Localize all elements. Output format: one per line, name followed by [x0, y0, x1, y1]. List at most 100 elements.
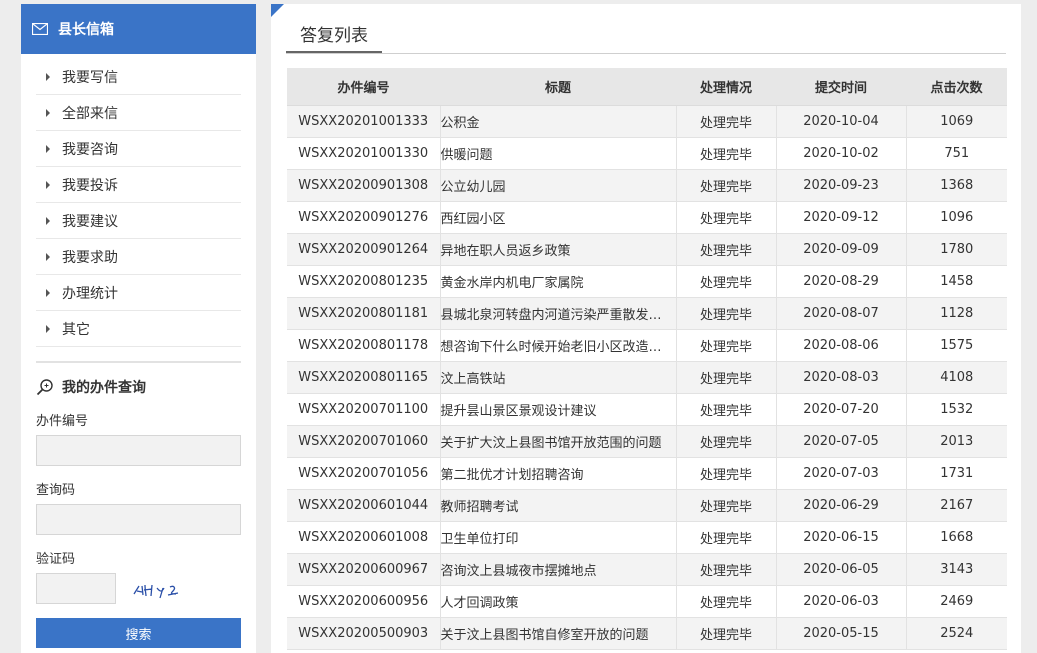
captcha-image[interactable]: [130, 576, 206, 602]
case-no-label: 办件编号: [36, 414, 89, 429]
title-link[interactable]: 县城北泉河转盘内河道污染严重散发大...: [440, 297, 677, 330]
table-row[interactable]: WSXX20200801165 汶上高铁站 处理完毕 2020-08-03 4108: [287, 361, 1007, 394]
title-link[interactable]: 西红园小区: [440, 201, 677, 234]
table-row[interactable]: WSXX20201001333 公积金 处理完毕 2020-10-04 1069: [287, 105, 1007, 138]
sidebar-item-label: 我要写信: [62, 69, 118, 86]
sidebar-item[interactable]: 我要写信: [36, 59, 241, 95]
date-cell: 2020-06-05: [776, 553, 907, 586]
case-id-cell: WSXX20200701060: [287, 425, 441, 458]
date-cell: 2020-06-03: [776, 585, 907, 618]
column-header-date: 提交时间: [776, 68, 906, 106]
search-button[interactable]: 搜索: [36, 618, 241, 648]
table-row[interactable]: WSXX20200500903 关于汶上县图书馆自修室开放的问题 处理完毕 2020-…: [287, 617, 1007, 650]
caret-right-icon: [46, 180, 50, 189]
table-body: WSXX20201001333 公积金 处理完毕 2020-10-04 1069 WSXX…: [287, 105, 1007, 650]
clicks-cell: 2524: [906, 617, 1007, 650]
reply-table-wrap: 办件编号 标题 处理情况 提交时间 点击次数 WSXX20201001333 公积金 处理完…: [287, 68, 1007, 650]
title-link[interactable]: 公立幼儿园: [440, 169, 677, 202]
sidebar-item-label: 办理统计: [62, 285, 118, 302]
sidebar-item[interactable]: 办理统计: [36, 275, 241, 311]
title-link[interactable]: 教师招聘考试: [440, 489, 677, 522]
date-cell: 2020-09-23: [776, 169, 907, 202]
table-row[interactable]: WSXX20200600967 咨询汶上县城夜市摆摊地点 处理完毕 2020-06-0…: [287, 553, 1007, 586]
title-link[interactable]: 卫生单位打印: [440, 521, 677, 554]
date-cell: 2020-10-04: [776, 105, 907, 138]
clicks-cell: 3143: [906, 553, 1007, 586]
clicks-cell: 751: [906, 137, 1007, 170]
status-cell: 处理完毕: [676, 393, 777, 426]
case-id-cell: WSXX20200801165: [287, 361, 441, 394]
clicks-cell: 1731: [906, 457, 1007, 490]
table-row[interactable]: WSXX20200801235 黄金水岸内机电厂家属院 处理完毕 2020-08-29…: [287, 265, 1007, 298]
caret-right-icon: [46, 288, 50, 297]
sidebar-title: 县长信箱: [58, 22, 114, 38]
column-header-title: 标题: [440, 68, 676, 106]
case-id-cell: WSXX20200600956: [287, 585, 441, 618]
sidebar-item[interactable]: 我要咨询: [36, 131, 241, 167]
status-cell: 处理完毕: [676, 585, 777, 618]
title-link[interactable]: 关于扩大汶上县图书馆开放范围的问题: [440, 425, 677, 458]
sidebar-item[interactable]: 我要建议: [36, 203, 241, 239]
main-panel: 答复列表 办件编号 标题 处理情况 提交时间 点击次数 WSXX20201001333 公…: [271, 4, 1021, 653]
status-cell: 处理完毕: [676, 297, 777, 330]
title-link[interactable]: 汶上高铁站: [440, 361, 677, 394]
status-cell: 处理完毕: [676, 137, 777, 170]
date-cell: 2020-07-05: [776, 425, 907, 458]
title-link[interactable]: 关于汶上县图书馆自修室开放的问题: [440, 617, 677, 650]
table-row[interactable]: WSXX20200801178 想咨询下什么时候开始老旧小区改造，... 处理完毕 2…: [287, 329, 1007, 362]
mail-icon: [32, 23, 48, 35]
status-cell: 处理完毕: [676, 329, 777, 362]
sidebar-item-label: 我要求助: [62, 249, 118, 266]
title-link[interactable]: 想咨询下什么时候开始老旧小区改造，...: [440, 329, 677, 362]
clicks-cell: 4108: [906, 361, 1007, 394]
case-id-cell: WSXX20200901276: [287, 201, 441, 234]
sidebar-item[interactable]: 我要求助: [36, 239, 241, 275]
sidebar-item[interactable]: 全部来信: [36, 95, 241, 131]
captcha-input[interactable]: [36, 573, 116, 604]
sidebar: 县长信箱 我要写信 全部来信 我要咨询 我要投诉 我要建议 我要求助 办理统计 其它 我的办件…: [21, 4, 256, 653]
case-id-cell: WSXX20200601008: [287, 521, 441, 554]
title-link[interactable]: 公积金: [440, 105, 677, 138]
title-link[interactable]: 供暖问题: [440, 137, 677, 170]
table-row[interactable]: WSXX20201001330 供暖问题 处理完毕 2020-10-02 751: [287, 137, 1007, 170]
case-no-input[interactable]: [36, 435, 241, 466]
table-row[interactable]: WSXX20200901264 异地在职人员返乡政策 处理完毕 2020-09-09 1…: [287, 233, 1007, 266]
case-id-cell: WSXX20200801235: [287, 265, 441, 298]
table-row[interactable]: WSXX20200601008 卫生单位打印 处理完毕 2020-06-15 1668: [287, 521, 1007, 554]
sidebar-item-label: 我要投诉: [62, 177, 118, 194]
date-cell: 2020-09-09: [776, 233, 907, 266]
title-link[interactable]: 黄金水岸内机电厂家属院: [440, 265, 677, 298]
case-id-cell: WSXX20200801178: [287, 329, 441, 362]
table-row[interactable]: WSXX20200901276 西红园小区 处理完毕 2020-09-12 1096: [287, 201, 1007, 234]
captcha-row: [36, 573, 256, 604]
sidebar-item[interactable]: 其它: [36, 311, 241, 347]
sidebar-item-label: 我要建议: [62, 213, 118, 230]
title-link[interactable]: 人才回调政策: [440, 585, 677, 618]
case-id-cell: WSXX20200901308: [287, 169, 441, 202]
title-link[interactable]: 异地在职人员返乡政策: [440, 233, 677, 266]
title-bar: 答复列表: [286, 24, 1006, 54]
captcha-label: 验证码: [36, 552, 76, 567]
table-row[interactable]: WSXX20200701100 提升昙山景区景观设计建议 处理完毕 2020-07-2…: [287, 393, 1007, 426]
status-cell: 处理完毕: [676, 457, 777, 490]
table-row[interactable]: WSXX20200600956 人才回调政策 处理完毕 2020-06-03 2469: [287, 585, 1007, 618]
table-row[interactable]: WSXX20200701056 第二批优才计划招聘咨询 处理完毕 2020-07-03…: [287, 457, 1007, 490]
search-icon: [36, 379, 53, 396]
table-row[interactable]: WSXX20200901308 公立幼儿园 处理完毕 2020-09-23 1368: [287, 169, 1007, 202]
title-link[interactable]: 提升昙山景区景观设计建议: [440, 393, 677, 426]
sidebar-item[interactable]: 我要投诉: [36, 167, 241, 203]
title-link[interactable]: 咨询汶上县城夜市摆摊地点: [440, 553, 677, 586]
table-row[interactable]: WSXX20200801181 县城北泉河转盘内河道污染严重散发大... 处理完毕 2…: [287, 297, 1007, 330]
caret-right-icon: [46, 324, 50, 333]
column-header-status: 处理情况: [676, 68, 776, 106]
sidebar-header: 县长信箱: [21, 4, 256, 54]
clicks-cell: 1780: [906, 233, 1007, 266]
table-row[interactable]: WSXX20200701060 关于扩大汶上县图书馆开放范围的问题 处理完毕 2020…: [287, 425, 1007, 458]
table-row[interactable]: WSXX20200601044 教师招聘考试 处理完毕 2020-06-29 2167: [287, 489, 1007, 522]
status-cell: 处理完毕: [676, 265, 777, 298]
column-header-clicks: 点击次数: [906, 68, 1007, 106]
query-code-input[interactable]: [36, 504, 241, 535]
title-link[interactable]: 第二批优才计划招聘咨询: [440, 457, 677, 490]
date-cell: 2020-10-02: [776, 137, 907, 170]
caret-right-icon: [46, 108, 50, 117]
